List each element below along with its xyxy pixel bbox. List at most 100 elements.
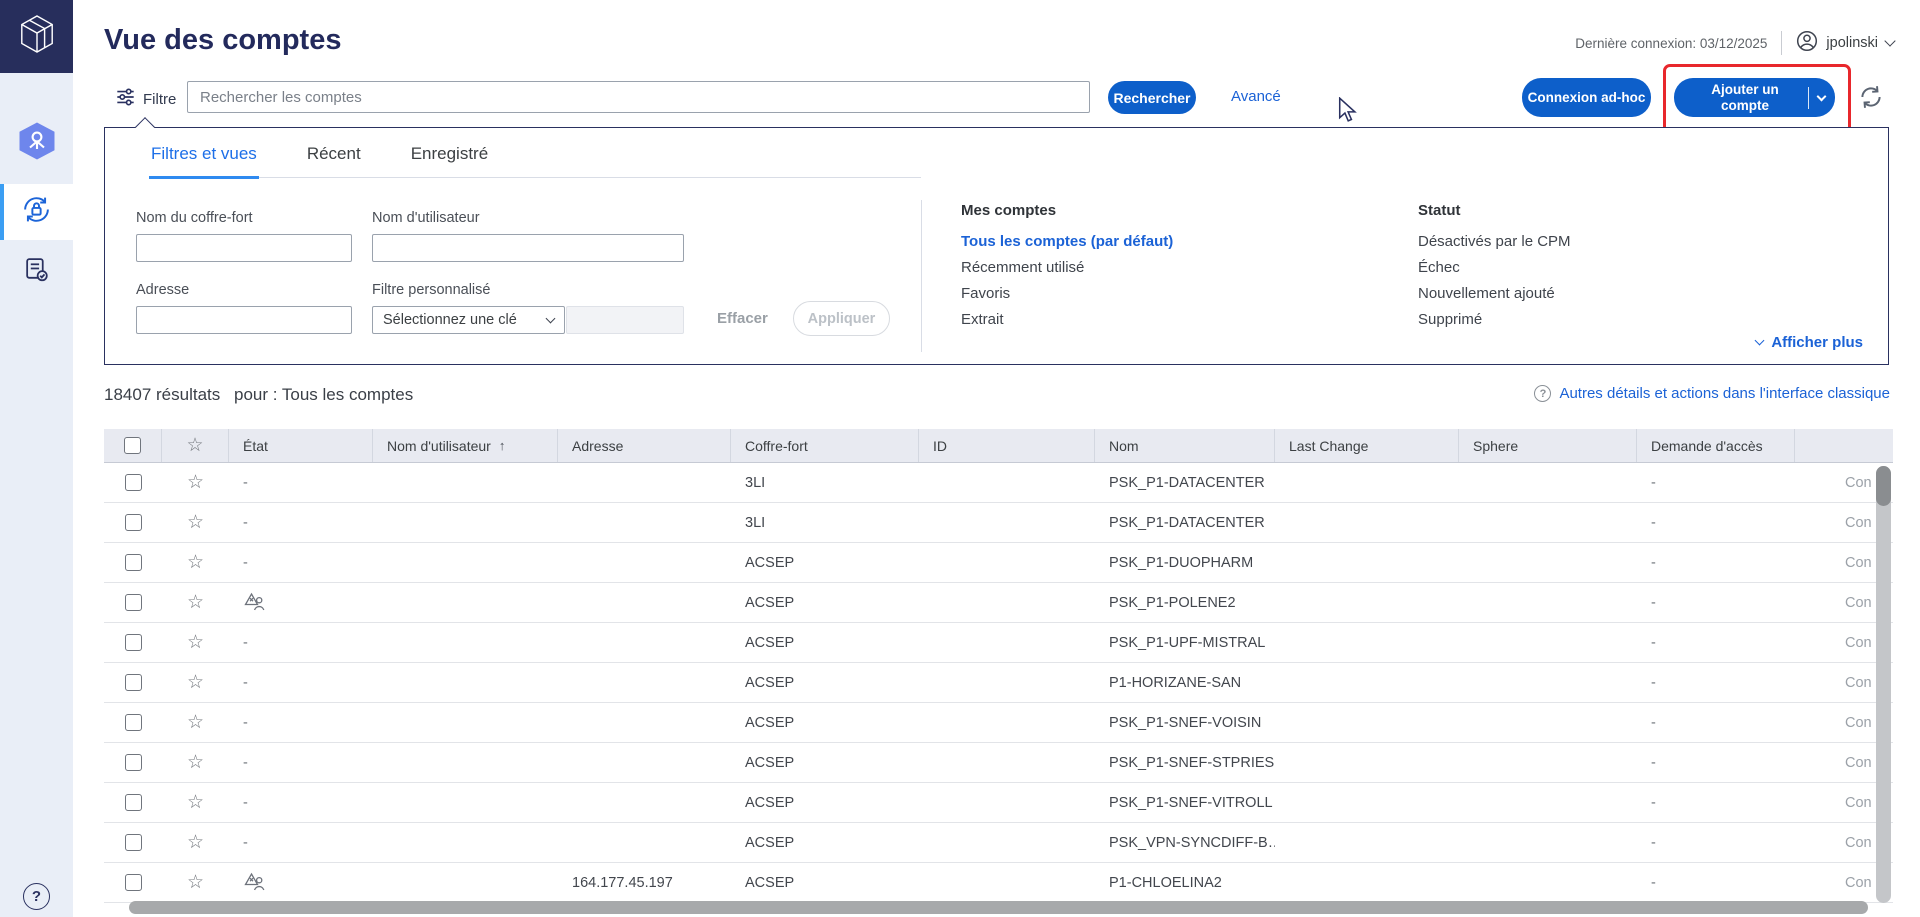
filter-toggle-button[interactable]: Filtre (115, 87, 176, 111)
sidebar-item-apps[interactable] (0, 114, 73, 172)
vertical-scrollbar[interactable] (1876, 466, 1891, 903)
table-row[interactable]: ☆-ACSEPPSK_P1-SNEF-STPRIES-Con (104, 743, 1893, 783)
table-row[interactable]: ☆-ACSEPPSK_P1-DUOPHARM-Con (104, 543, 1893, 583)
header-address[interactable]: Adresse (558, 429, 731, 462)
results-summary: 18407 résultats pour : Tous les comptes (104, 385, 413, 405)
header-username[interactable]: Nom d'utilisateur ↑ (373, 429, 558, 462)
cell-name: PSK_P1-SNEF-STPRIES (1095, 755, 1275, 771)
vault-name-input[interactable] (136, 234, 352, 262)
favorite-star-icon[interactable]: ☆ (187, 633, 204, 652)
horizontal-scrollbar[interactable] (129, 901, 1868, 914)
key-select[interactable]: Sélectionnez une clé (372, 306, 565, 334)
row-checkbox[interactable] (125, 834, 142, 851)
header-sphere[interactable]: Sphere (1459, 429, 1637, 462)
header-favorite: ☆ (162, 429, 229, 462)
row-checkbox[interactable] (125, 594, 142, 611)
chevron-down-icon[interactable] (1817, 91, 1827, 101)
add-account-button[interactable]: Ajouter un compte (1674, 78, 1835, 117)
favorite-star-icon[interactable]: ☆ (187, 513, 204, 532)
cell-address: 164.177.45.197 (558, 875, 731, 891)
chevron-down-icon (1884, 35, 1895, 46)
table-row[interactable]: ☆-ACSEPPSK_P1-SNEF-VOISIN-Con (104, 703, 1893, 743)
username-input[interactable] (372, 234, 684, 262)
status-failed[interactable]: Échec (1418, 259, 1571, 276)
help-question-icon: ? (23, 883, 50, 910)
sidebar-item-policies[interactable] (0, 248, 73, 296)
filter-label: Filtre (143, 91, 176, 108)
view-recently-used[interactable]: Récemment utilisé (961, 259, 1173, 276)
tab-saved[interactable]: Enregistré (409, 142, 490, 179)
tab-filters-and-views[interactable]: Filtres et vues (149, 142, 259, 179)
row-checkbox[interactable] (125, 634, 142, 651)
favorite-star-icon[interactable]: ☆ (187, 713, 204, 732)
header-name[interactable]: Nom (1095, 429, 1275, 462)
favorite-star-icon[interactable]: ☆ (187, 673, 204, 692)
app-logo[interactable] (0, 0, 73, 73)
favorite-star-icon[interactable]: ☆ (187, 593, 204, 612)
table-row[interactable]: ☆-3LIPSK_P1-DATACENTER-Con (104, 503, 1893, 543)
table-row[interactable]: ☆-ACSEPPSK_P1-UPF-MISTRAL-Con (104, 623, 1893, 663)
favorite-star-icon[interactable]: ☆ (187, 793, 204, 812)
favorite-star-icon[interactable]: ☆ (187, 753, 204, 772)
header-last-change[interactable]: Last Change (1275, 429, 1459, 462)
table-row[interactable]: ☆164.177.45.197ACSEPP1-CHLOELINA2-Con (104, 863, 1893, 903)
row-checkbox[interactable] (125, 874, 142, 891)
sidebar-item-accounts[interactable] (0, 184, 73, 240)
user-menu[interactable]: jpolinski (1796, 30, 1894, 56)
header-id[interactable]: ID (919, 429, 1095, 462)
cell-name: PSK_P1-SNEF-VITROLL (1095, 795, 1275, 811)
row-checkbox[interactable] (125, 474, 142, 491)
vertical-scrollbar-thumb[interactable] (1876, 466, 1891, 506)
tab-recent[interactable]: Récent (305, 142, 363, 179)
adhoc-connection-button[interactable]: Connexion ad-hoc (1522, 78, 1651, 117)
status-newly-added[interactable]: Nouvellement ajouté (1418, 285, 1571, 302)
table-row[interactable]: ☆ACSEPPSK_P1-POLENE2-Con (104, 583, 1893, 623)
favorite-star-icon[interactable]: ☆ (187, 833, 204, 852)
cell-vault: ACSEP (731, 675, 919, 691)
view-favorites[interactable]: Favoris (961, 285, 1173, 302)
sidebar-item-help[interactable]: ? (0, 876, 73, 916)
favorite-star-icon[interactable]: ☆ (187, 873, 204, 892)
cell-access-request: - (1637, 715, 1795, 731)
cell-access-request: - (1637, 555, 1795, 571)
status-deleted[interactable]: Supprimé (1418, 311, 1571, 328)
row-checkbox[interactable] (125, 674, 142, 691)
select-all-checkbox[interactable] (124, 437, 141, 454)
clear-filters-button[interactable]: Effacer (717, 310, 768, 327)
cell-access-request: - (1637, 755, 1795, 771)
cell-vault: ACSEP (731, 795, 919, 811)
row-checkbox[interactable] (125, 514, 142, 531)
cell-vault: ACSEP (731, 635, 919, 651)
header-access-request[interactable]: Demande d'accès (1637, 429, 1795, 462)
search-button[interactable]: Rechercher (1108, 81, 1196, 114)
header-select-all[interactable] (104, 429, 162, 462)
row-checkbox[interactable] (125, 754, 142, 771)
view-all-accounts[interactable]: Tous les comptes (par défaut) (961, 233, 1173, 250)
table-row[interactable]: ☆-3LIPSK_P1-DATACENTER-Con (104, 463, 1893, 503)
cell-state: - (229, 555, 373, 571)
row-checkbox[interactable] (125, 794, 142, 811)
cell-name: P1-CHLOELINA2 (1095, 875, 1275, 891)
favorite-star-icon[interactable]: ☆ (187, 473, 204, 492)
row-checkbox-cell (104, 714, 162, 731)
refresh-button[interactable] (1856, 83, 1886, 113)
address-input[interactable] (136, 306, 352, 334)
cell-access-request: - (1637, 795, 1795, 811)
row-checkbox-cell (104, 634, 162, 651)
row-checkbox[interactable] (125, 714, 142, 731)
header-vault[interactable]: Coffre-fort (731, 429, 919, 462)
search-input[interactable] (187, 81, 1090, 113)
row-checkbox[interactable] (125, 554, 142, 571)
header-state[interactable]: État (229, 429, 373, 462)
table-row[interactable]: ☆-ACSEPPSK_P1-SNEF-VITROLL-Con (104, 783, 1893, 823)
show-more-link[interactable]: Afficher plus (1756, 334, 1863, 351)
view-extract[interactable]: Extrait (961, 311, 1173, 328)
cell-state: - (229, 675, 373, 691)
advanced-search-link[interactable]: Avancé (1231, 88, 1281, 105)
table-row[interactable]: ☆-ACSEPP1-HORIZANE-SAN-Con (104, 663, 1893, 703)
table-row[interactable]: ☆-ACSEPPSK_VPN-SYNCDIFF-B…-Con (104, 823, 1893, 863)
apply-filters-button[interactable]: Appliquer (793, 301, 890, 336)
favorite-star-icon[interactable]: ☆ (187, 553, 204, 572)
status-disabled-by-cpm[interactable]: Désactivés par le CPM (1418, 233, 1571, 250)
classic-interface-link[interactable]: Autres détails et actions dans l'interfa… (1559, 385, 1890, 402)
